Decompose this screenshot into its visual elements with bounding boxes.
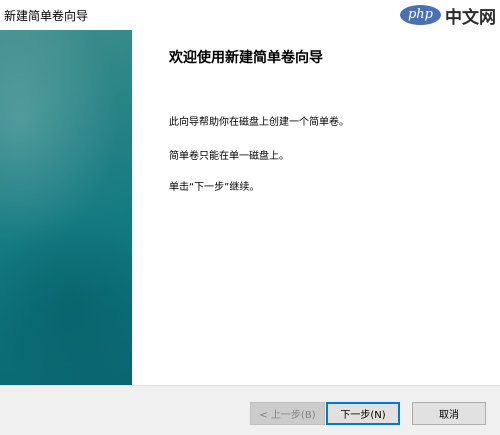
wizard-window: 新建简单卷向导 php 中文网 欢迎使用新建简单卷向导 此向导帮助你在磁盘上创建… — [0, 0, 500, 435]
back-button[interactable]: < 上一步(B) — [250, 402, 325, 425]
button-bar: < 上一步(B) 下一步(N) 取消 — [0, 385, 500, 435]
window-title: 新建简单卷向导 — [4, 9, 89, 23]
single-disk-paragraph: 简单卷只能在单一磁盘上。 — [169, 151, 289, 162]
wizard-heading: 欢迎使用新建简单卷向导 — [169, 50, 323, 66]
banner-shadow — [0, 210, 132, 385]
php-logo-badge: php — [399, 5, 441, 25]
wizard-content: 欢迎使用新建简单卷向导 此向导帮助你在磁盘上创建一个简单卷。 简单卷只能在单一磁… — [132, 30, 500, 385]
wizard-side-banner — [0, 30, 132, 385]
next-button[interactable]: 下一步(N) — [326, 402, 400, 425]
continue-instruction: 单击“下一步”继续。 — [169, 182, 260, 193]
watermark-text: 中文网 — [445, 7, 496, 28]
title-bar[interactable]: 新建简单卷向导 php 中文网 — [0, 0, 500, 30]
watermark-logo: php 中文网 — [399, 2, 496, 28]
intro-paragraph: 此向导帮助你在磁盘上创建一个简单卷。 — [169, 117, 349, 128]
cancel-button[interactable]: 取消 — [412, 402, 486, 425]
